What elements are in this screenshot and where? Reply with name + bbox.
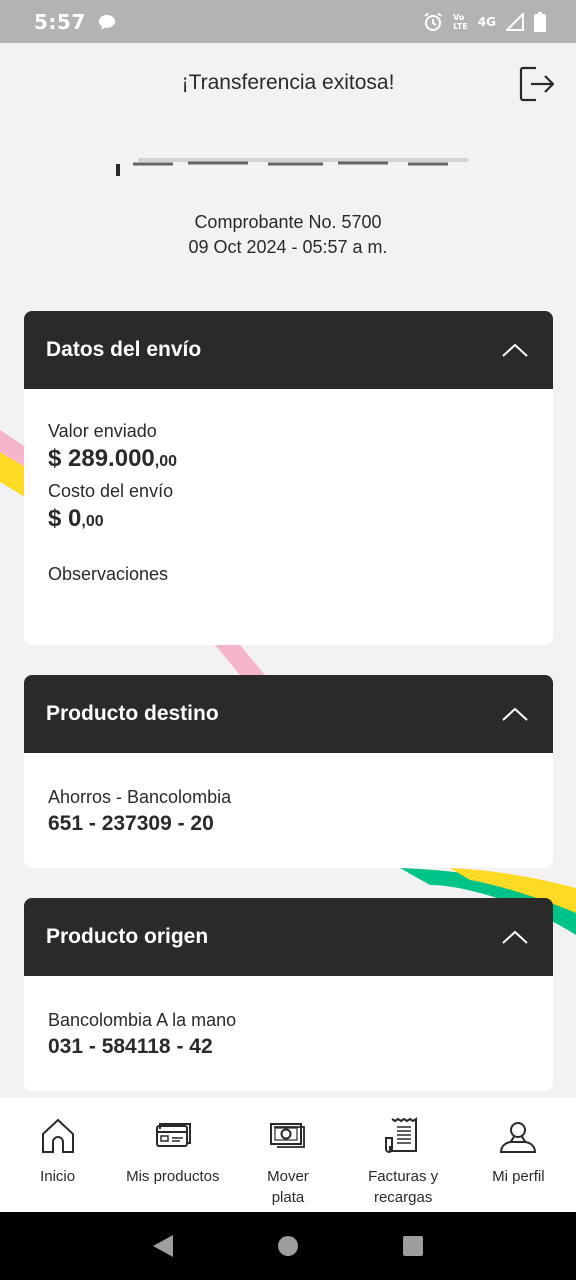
nav-item-facturas-recargas[interactable]: Facturas y recargas [346,1116,461,1208]
origin-card-title: Producto origen [46,925,209,948]
battery-icon [534,11,546,32]
destination-account-type: Ahorros - Bancolombia [48,787,232,807]
status-bar: 5:57 Vo LTE 4G [0,0,576,43]
origin-card-body: Bancolombia A la mano 031 - 584118 - 42 [24,976,553,1061]
destination-card: Producto destino Ahorros - Bancolombia 6… [24,675,553,868]
bottom-nav: Inicio Mis productos Mover plata Factura… [0,1098,576,1212]
recents-icon[interactable] [402,1235,424,1257]
nav-item-inicio[interactable]: Inicio [0,1116,115,1187]
logout-icon[interactable] [518,65,556,103]
shipment-card-header[interactable]: Datos del envío [24,311,553,389]
receipt-number: Comprobante No. 5700 [194,212,382,232]
value-sent-amount: $ 289.000,00 [48,445,178,472]
chat-bubble-icon [98,14,115,29]
nav-item-mover-plata[interactable]: Mover plata [230,1116,345,1208]
destination-card-title: Producto destino [46,702,219,725]
destination-card-header[interactable]: Producto destino [24,675,553,753]
chevron-up-icon[interactable] [501,342,529,358]
nav-item-mi-perfil[interactable]: Mi perfil [461,1116,576,1187]
origin-account-type: Bancolombia A la mano [48,1010,237,1030]
receipt-datetime: 09 Oct 2024 - 05:57 a m. [188,237,388,257]
header: ¡Transferencia exitosa! [0,43,576,123]
signal-icon [506,12,524,31]
scrolled-title-remnant [116,158,468,176]
chevron-up-icon[interactable] [501,706,529,722]
android-nav-bar [0,1212,576,1280]
notes-label: Observaciones [48,564,169,584]
alarm-icon [424,12,442,31]
page-title: ¡Transferencia exitosa! [181,71,395,94]
receipt-info: Comprobante No. 5700 09 Oct 2024 - 05:57… [0,210,576,260]
origin-card-header[interactable]: Producto origen [24,898,553,976]
value-sent-label: Valor enviado [48,421,157,441]
cards-icon [155,1123,191,1147]
origin-account-number: 031 - 584118 - 42 [48,1035,213,1058]
volte-indicator: Vo LTE [453,12,468,31]
origin-card: Producto origen Bancolombia A la mano 03… [24,898,553,1091]
destination-card-body: Ahorros - Bancolombia 651 - 237309 - 20 [24,753,553,838]
home-icon [41,1118,74,1153]
back-icon[interactable] [152,1234,174,1258]
shipment-card-body: Valor enviado $ 289.000,00 Costo del env… [24,389,553,587]
nav-item-mis-productos[interactable]: Mis productos [115,1116,230,1187]
money-icon [269,1123,305,1148]
home-button-icon[interactable] [277,1235,299,1257]
shipment-card: Datos del envío Valor enviado $ 289.000,… [24,311,553,645]
network-type: 4G [477,14,496,29]
receipt-icon [385,1117,418,1153]
shipment-card-title: Datos del envío [46,338,202,361]
chevron-up-icon[interactable] [501,929,529,945]
user-icon [500,1122,537,1153]
shipping-cost-label: Costo del envío [48,481,174,501]
status-time: 5:57 [34,9,86,34]
destination-account-number: 651 - 237309 - 20 [48,812,214,835]
shipping-cost-amount: $ 0,00 [48,505,104,532]
